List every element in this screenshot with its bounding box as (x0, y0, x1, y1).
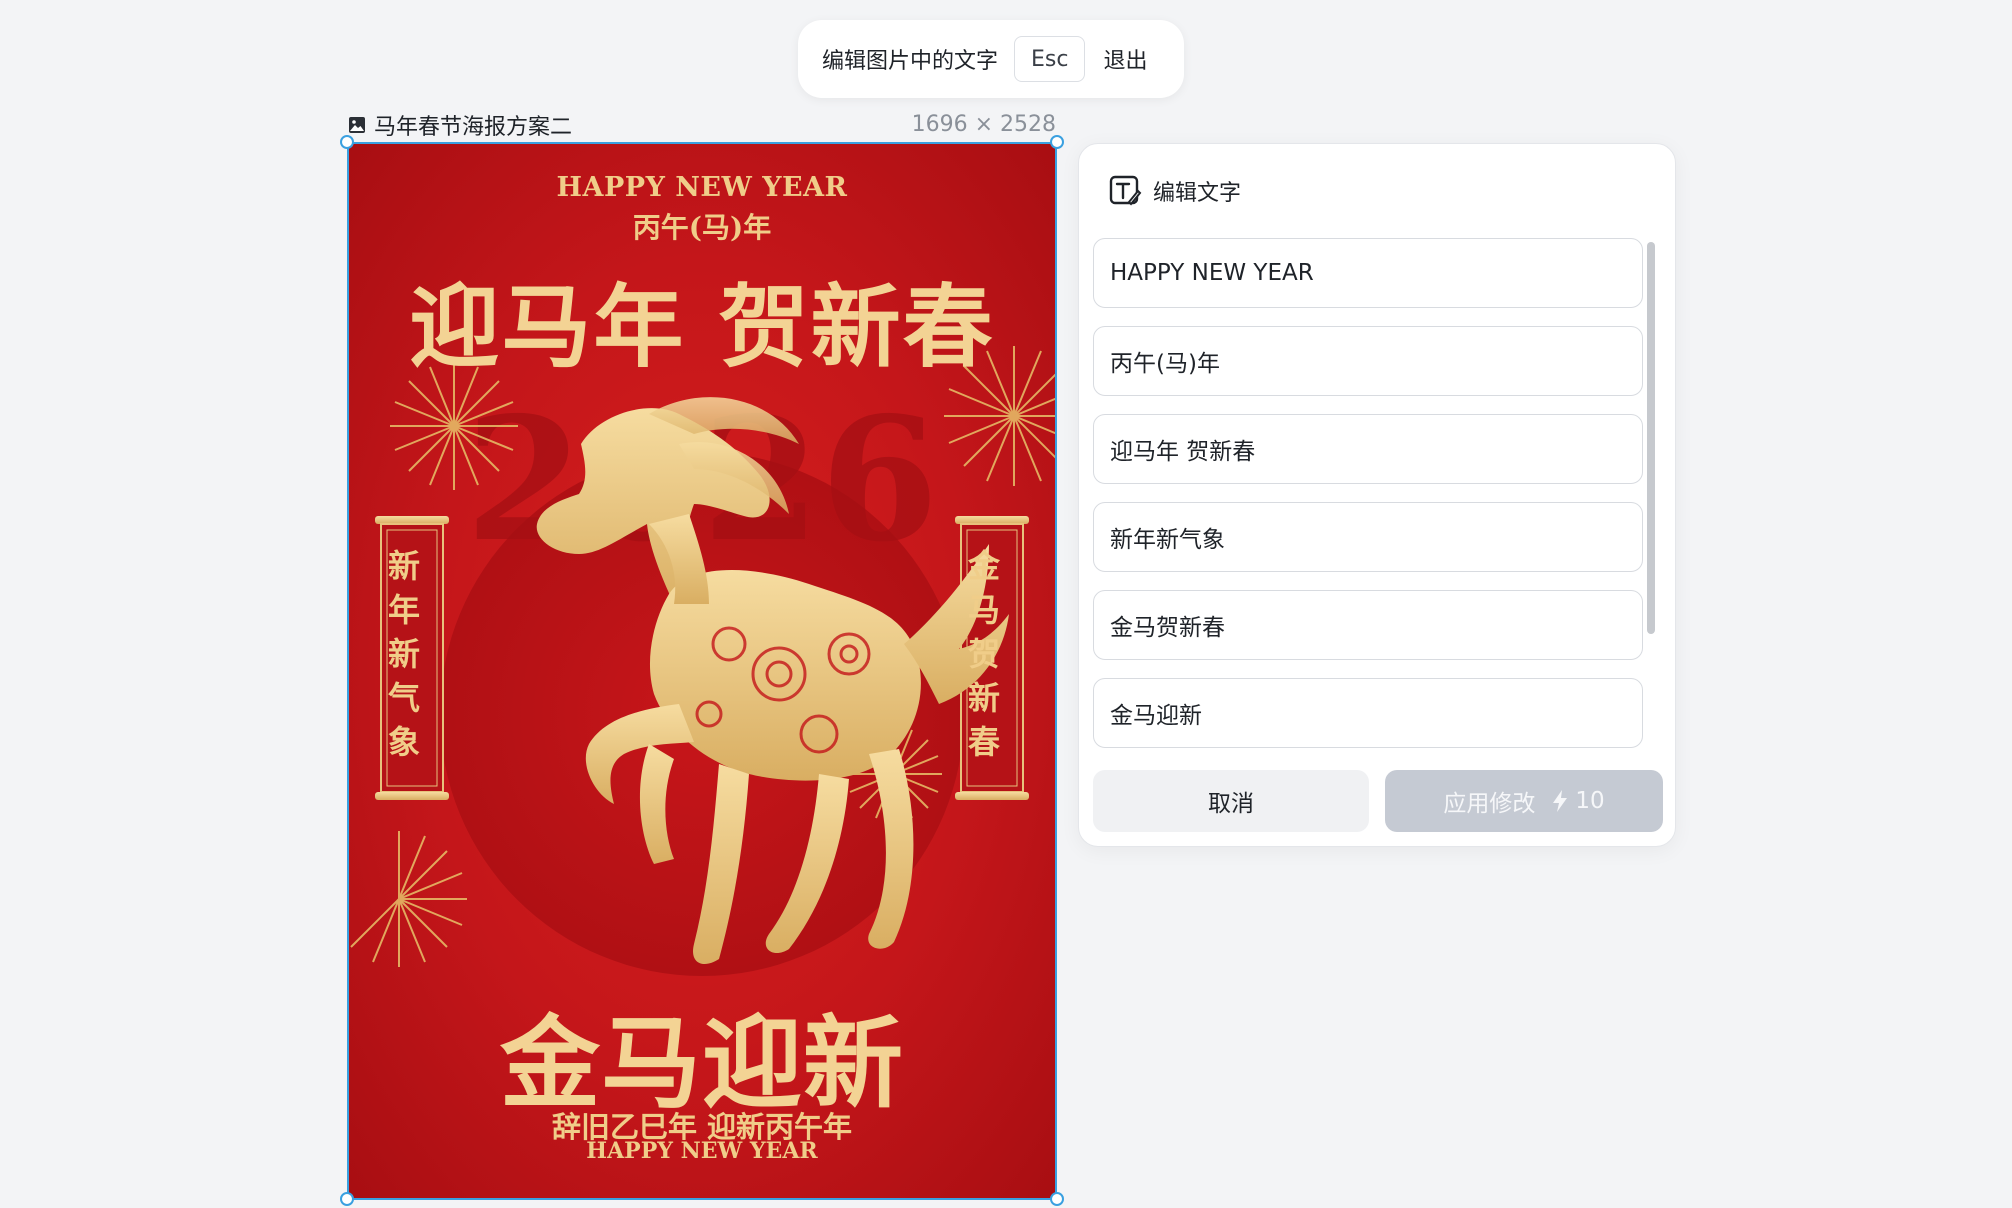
poster-canvas[interactable]: 2026 (347, 142, 1057, 1200)
edit-text-icon (1109, 175, 1142, 206)
image-dimensions: 1696 × 2528 (911, 112, 1056, 137)
text-field-5[interactable]: 金马贺新春 (1093, 590, 1643, 660)
edit-text-toolbar: 编辑图片中的文字 Esc 退出 (798, 20, 1184, 98)
toolbar-hint: 编辑图片中的文字 (822, 49, 999, 74)
image-title: 马年春节海报方案二 (348, 110, 572, 140)
text-field-6[interactable]: 金马迎新 (1093, 678, 1643, 748)
firework-bottom-left (350, 831, 467, 967)
panel-header: 编辑文字 (1109, 174, 1241, 208)
image-icon (349, 117, 365, 133)
image-title-text: 马年春节海报方案二 (374, 115, 573, 140)
resize-handle-bottom-left[interactable] (340, 1192, 354, 1206)
text-field-list: HAPPY NEW YEAR 丙午(马)年 迎马年 贺新春 新年新气象 金马贺新… (1093, 238, 1643, 752)
exit-button[interactable]: 退出 (1103, 43, 1147, 75)
poster-top-year: 丙午(马)年 (632, 211, 772, 244)
poster-bottom-english: HAPPY NEW YEAR (586, 1138, 818, 1164)
apply-cost: 10 (1575, 788, 1605, 814)
lightning-icon (1553, 790, 1568, 812)
resize-handle-top-left[interactable] (340, 135, 354, 149)
text-field-4[interactable]: 新年新气象 (1093, 502, 1643, 572)
poster-left-couplet: 新年新气象 (387, 547, 420, 761)
text-field-2[interactable]: 丙午(马)年 (1093, 326, 1643, 396)
poster-top-english: HAPPY NEW YEAR (556, 172, 848, 203)
cancel-button[interactable]: 取消 (1093, 770, 1369, 832)
text-field-1[interactable]: HAPPY NEW YEAR (1093, 238, 1643, 308)
resize-handle-top-right[interactable] (1050, 135, 1064, 149)
apply-label: 应用修改 (1443, 791, 1536, 817)
text-field-3[interactable]: 迎马年 贺新春 (1093, 414, 1643, 484)
esc-key-button[interactable]: Esc (1014, 36, 1086, 82)
poster-headline: 迎马年 贺新春 (409, 274, 995, 380)
panel-title: 编辑文字 (1153, 181, 1242, 206)
poster-right-couplet: 金马贺新春 (967, 547, 1000, 761)
edit-text-panel: 编辑文字 HAPPY NEW YEAR 丙午(马)年 迎马年 贺新春 新年新气象… (1078, 143, 1676, 847)
panel-scrollbar[interactable] (1647, 242, 1655, 634)
apply-changes-button[interactable]: 应用修改 10 (1385, 770, 1663, 832)
resize-handle-bottom-right[interactable] (1050, 1192, 1064, 1206)
